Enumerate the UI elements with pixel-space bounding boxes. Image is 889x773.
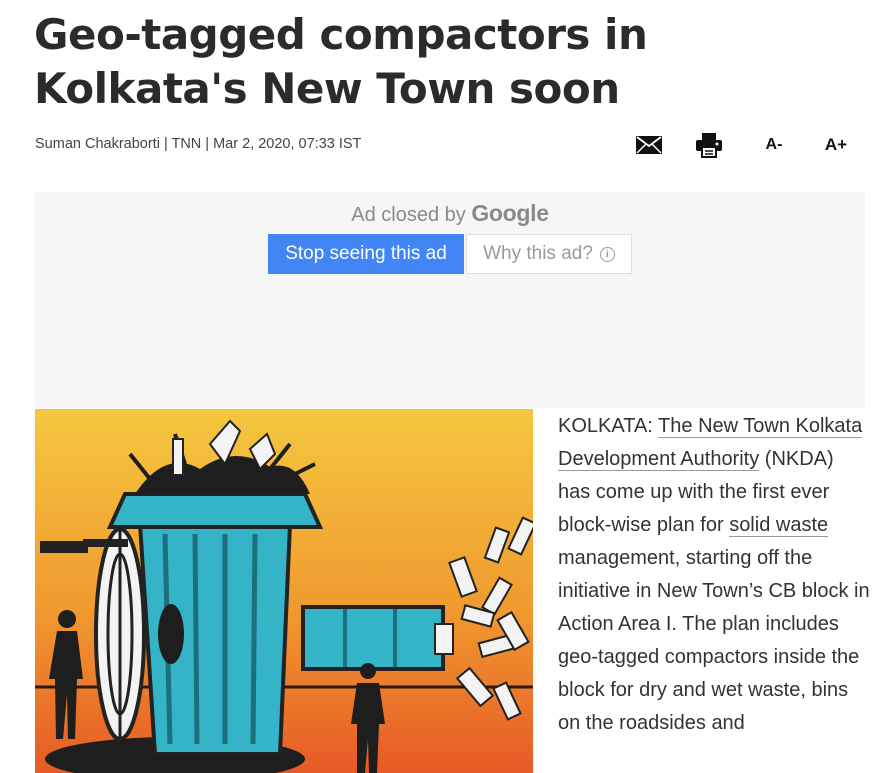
garbage-compactor-illustration (35, 409, 533, 773)
why-this-ad-button[interactable]: Why this ad? i (466, 234, 632, 274)
info-icon: i (599, 246, 615, 262)
printer-icon (696, 133, 722, 158)
envelope-icon (636, 136, 662, 154)
stop-seeing-ad-button[interactable]: Stop seeing this ad (268, 234, 464, 274)
article-illustration (35, 409, 533, 773)
article-byline: Suman Chakraborti | TNN | Mar 2, 2020, 0… (35, 136, 362, 152)
article-text-part-3: management, starting off the initiative … (558, 547, 870, 734)
ad-closed-panel: Ad closed by Google Stop seeing this ad … (35, 192, 865, 408)
article-text-part-1: KOLKATA: (558, 415, 659, 437)
article-body: KOLKATA: The New Town Kolkata Developmen… (558, 410, 870, 740)
article-headline: Geo-tagged compactors in Kolkata's New T… (34, 10, 648, 113)
print-button[interactable] (694, 130, 724, 160)
ad-closed-prefix: Ad closed by (351, 204, 472, 226)
font-increase-button[interactable]: A+ (816, 130, 856, 160)
solid-waste-link[interactable]: solid waste (729, 514, 829, 537)
email-button[interactable] (634, 130, 664, 160)
ad-closed-message: Ad closed by Google (35, 200, 865, 227)
why-this-ad-label: Why this ad? (483, 243, 593, 264)
stop-seeing-ad-label: Stop seeing this ad (285, 243, 447, 264)
font-decrease-button[interactable]: A- (754, 130, 794, 160)
google-brand-text: Google (471, 200, 549, 226)
